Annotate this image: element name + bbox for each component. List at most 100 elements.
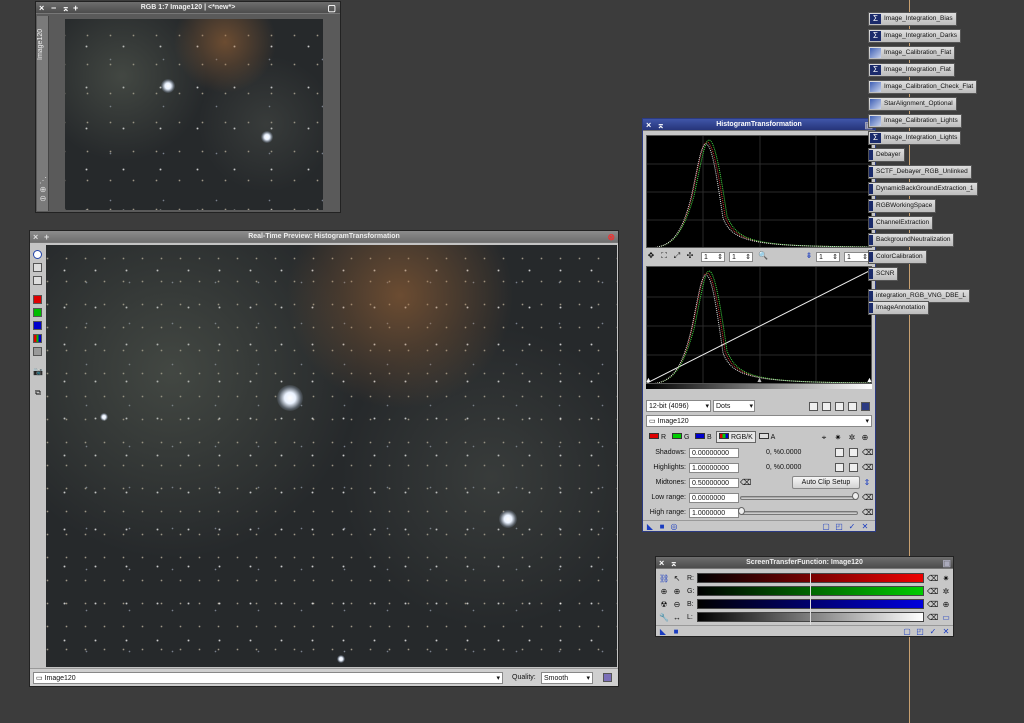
image-window-titlebar[interactable]: × − ⌅ + RGB 1:7 Image120 | <*new*> ▢ — [36, 2, 340, 14]
browse-doc-icon[interactable]: ▢ — [821, 522, 831, 531]
channel-b[interactable]: B — [695, 433, 712, 441]
zoom-out-icon[interactable]: ⊖ — [672, 600, 682, 609]
ruler-icon[interactable] — [822, 402, 831, 411]
apply-check-icon[interactable]: ✓ — [928, 627, 938, 636]
close-icon[interactable]: × — [646, 119, 651, 131]
reset-icon[interactable]: ◰ — [834, 522, 844, 531]
grid-icon[interactable] — [861, 402, 870, 411]
highlights-input[interactable]: 1.00000000 — [689, 463, 739, 473]
pan-tool-icon[interactable] — [33, 263, 42, 272]
preview-titlebar[interactable]: × + Real-Time Preview: HistogramTransfor… — [30, 231, 618, 243]
new-instance-icon[interactable]: ◣ — [658, 627, 668, 636]
shadows-handle-icon[interactable]: ▲ — [645, 377, 652, 384]
minimize-icon[interactable]: − — [51, 2, 56, 14]
tool-icons[interactable]: ⋰ ⊕ ⊖ — [38, 176, 48, 203]
quality-select[interactable]: Smooth ▾ — [541, 672, 593, 684]
new-instance-icon[interactable]: ◣ — [645, 522, 655, 531]
process-icon[interactable]: Σ Image_Integration_Flat — [868, 63, 955, 77]
high-range-input[interactable]: 1.0000000 — [689, 508, 739, 518]
cancel-icon[interactable]: ✕ — [941, 627, 951, 636]
graph-icon[interactable] — [848, 402, 857, 411]
process-icon[interactable]: Image_Calibration_Lights — [868, 114, 962, 128]
fit-icon[interactable]: ⛶ — [659, 251, 669, 260]
process-icon[interactable]: Σ Image_Integration_Bias — [868, 12, 957, 26]
image-side-tab[interactable]: Image120 ⋰ ⊕ ⊖ — [37, 16, 49, 211]
stf-monitor-icon[interactable]: ▭ — [941, 613, 951, 622]
process-icon[interactable]: RGBWorkingSpace — [868, 199, 937, 213]
close-icon[interactable]: × — [659, 557, 664, 569]
histogram-window[interactable]: × ⌅ HistogramTransformation ▣ ✥ ⛶ ⤢ ✣ 1⇕… — [642, 118, 876, 532]
process-icon[interactable]: SCNR — [868, 267, 899, 281]
shadows-chart-icon[interactable] — [835, 448, 844, 457]
stf-reset-g-icon[interactable]: ⌫ — [927, 587, 938, 596]
stf-titlebar[interactable]: × ⌅ ScreenTransferFunction: Image120 ▣ — [656, 557, 953, 569]
low-range-input[interactable]: 0.0000000 — [689, 493, 739, 503]
cancel-icon[interactable]: ✕ — [860, 522, 870, 531]
arrows-icon[interactable]: ↔ — [672, 613, 682, 622]
green-channel-icon[interactable] — [33, 308, 42, 317]
pin-icon[interactable]: ▣ — [942, 557, 951, 569]
reset-icon[interactable]: ◰ — [915, 627, 925, 636]
curve-icon[interactable] — [835, 402, 844, 411]
handle-track[interactable] — [646, 384, 872, 389]
preview-canvas[interactable] — [46, 245, 617, 667]
shade-icon[interactable]: ⌅ — [657, 119, 665, 131]
histogram-titlebar[interactable]: × ⌅ HistogramTransformation ▣ — [643, 119, 875, 131]
browse-doc-icon[interactable]: ▢ — [902, 627, 912, 636]
shade-icon[interactable]: ⌅ — [670, 557, 678, 569]
window-icon[interactable]: ▢ — [327, 2, 336, 14]
pointer-icon[interactable]: ↖ — [672, 574, 682, 583]
stf-gear-icon[interactable]: ✷ — [941, 574, 951, 583]
highlights-handle-icon[interactable]: ▲ — [866, 377, 873, 384]
crosshair-icon[interactable]: ⌖ — [819, 433, 829, 442]
high-range-reset-icon[interactable]: ⌫ — [862, 508, 873, 517]
channel-rgbk[interactable]: RGB/K — [716, 431, 756, 443]
close-red-icon[interactable]: ⊗ — [607, 231, 615, 243]
channel-g[interactable]: G — [672, 433, 689, 441]
pan-icon[interactable]: ✥ — [646, 251, 656, 260]
process-icon[interactable]: ChannelExtraction — [868, 216, 934, 230]
highlights-bars-icon[interactable] — [849, 463, 858, 472]
process-icon[interactable]: ImageAnnotation — [868, 301, 930, 315]
process-icon[interactable]: BackgroundNeutralization — [868, 233, 955, 247]
low-range-reset-icon[interactable]: ⌫ — [862, 493, 873, 502]
stf-midtones-marker[interactable] — [810, 571, 811, 625]
stf-reset-l-icon[interactable]: ⌫ — [927, 613, 938, 622]
zoom-v-input[interactable]: 1 ⇕ — [729, 252, 753, 262]
channel-a[interactable]: A — [759, 433, 775, 441]
highlights-chart-icon[interactable] — [835, 463, 844, 472]
radiation-icon[interactable]: ☢ — [659, 600, 669, 609]
luminance-channel-icon[interactable] — [33, 347, 42, 356]
stf-reset-r-icon[interactable]: ⌫ — [927, 574, 938, 583]
rgb-channel-icon[interactable] — [33, 334, 42, 343]
process-icon[interactable]: Image_Calibration_Check_Flat — [868, 80, 978, 94]
shade-icon[interactable]: ⌅ — [62, 2, 70, 14]
zoom-h-input[interactable]: 1 ⇕ — [701, 252, 725, 262]
reticle-icon[interactable]: ⊕ — [860, 433, 870, 442]
zoom-in-icon[interactable]: ⊕ — [659, 587, 669, 596]
zoom-h2-input[interactable]: 1 ⇕ — [816, 252, 840, 262]
stf-window[interactable]: × ⌅ ScreenTransferFunction: Image120 ▣ ⛓… — [655, 556, 954, 637]
channel-r[interactable]: R — [649, 433, 666, 441]
shadows-bars-icon[interactable] — [849, 448, 858, 457]
view-select[interactable]: ▭ Image120 ▾ — [33, 672, 503, 684]
preview-settings-icon[interactable] — [603, 673, 612, 682]
process-icon[interactable]: Σ Image_Integration_Lights — [868, 131, 962, 145]
link-icon[interactable]: ⛓ — [659, 574, 669, 583]
move-icon[interactable]: ✣ — [685, 251, 695, 260]
shadows-reset-icon[interactable]: ⌫ — [862, 448, 873, 457]
red-channel-icon[interactable] — [33, 295, 42, 304]
low-range-slider[interactable] — [740, 496, 858, 500]
maximize-icon[interactable]: + — [44, 231, 49, 243]
output-histogram-plot[interactable] — [646, 135, 872, 248]
bit-depth-select[interactable]: 12-bit (4096) ▾ — [646, 400, 711, 412]
wrench-icon[interactable]: 🔧 — [659, 613, 669, 622]
apply-global-icon[interactable]: ■ — [671, 627, 681, 636]
preview-window[interactable]: × + Real-Time Preview: HistogramTransfor… — [29, 230, 619, 687]
apply-check-icon[interactable]: ✓ — [847, 522, 857, 531]
midtones-reset-icon[interactable]: ⌫ — [740, 478, 751, 487]
stf-target-icon[interactable]: ✲ — [941, 587, 951, 596]
high-range-thumb[interactable] — [738, 507, 745, 515]
image-canvas[interactable] — [65, 19, 323, 210]
process-icon[interactable]: SCTF_Debayer_RGB_Unlinked — [868, 165, 972, 179]
